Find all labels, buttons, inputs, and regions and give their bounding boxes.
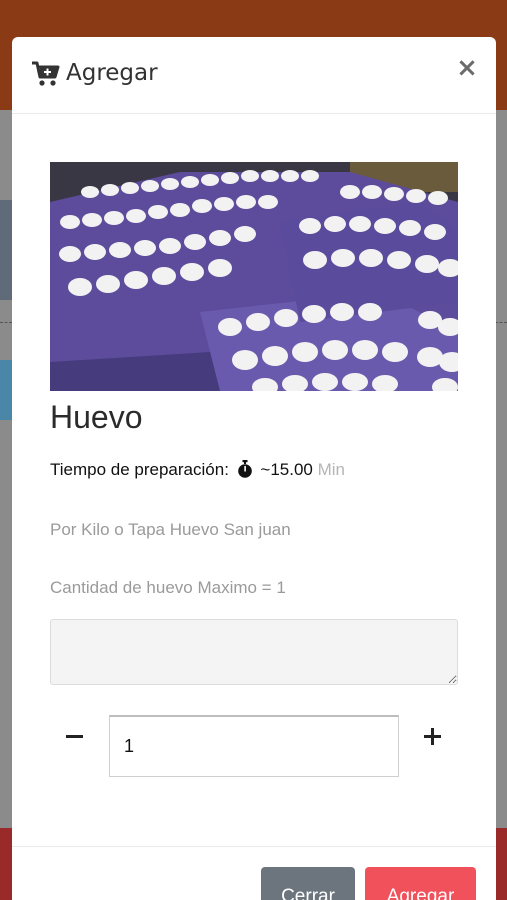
prep-unit: Min [317,460,346,479]
background-product-thumb [0,360,12,420]
modal-footer-divider [12,846,496,847]
plus-icon-vertical [431,728,434,745]
add-product-modal: Agregar × Huevo Tiempo de preparación: ~… [12,37,496,900]
product-description: Por Kilo o Tapa Huevo San juan [50,520,291,539]
close-button[interactable]: Cerrar [261,867,355,900]
stopwatch-icon [237,460,252,478]
add-button[interactable]: Agregar [365,867,476,900]
product-name: Huevo [50,399,143,435]
prep-label: Tiempo de preparación: [50,460,229,479]
background-divider [495,322,507,323]
cart-plus-icon [32,61,60,86]
decrease-quantity-button[interactable] [58,720,92,754]
minus-icon [66,735,83,738]
background-product-thumb [0,200,12,300]
eggs-on-trays-image [50,162,458,391]
quantity-input[interactable] [109,715,399,777]
notes-field[interactable] [50,619,458,685]
preparation-time: Tiempo de preparación: ~15.00 Min [50,460,345,480]
background-divider [0,322,12,323]
close-icon[interactable]: × [456,55,478,81]
modal-title: Agregar [66,60,158,86]
prep-value: ~15.00 [260,460,313,479]
increase-quantity-button[interactable] [416,720,450,754]
modal-header: Agregar × [12,37,496,114]
max-quantity-text: Cantidad de huevo Maximo = 1 [50,578,286,597]
